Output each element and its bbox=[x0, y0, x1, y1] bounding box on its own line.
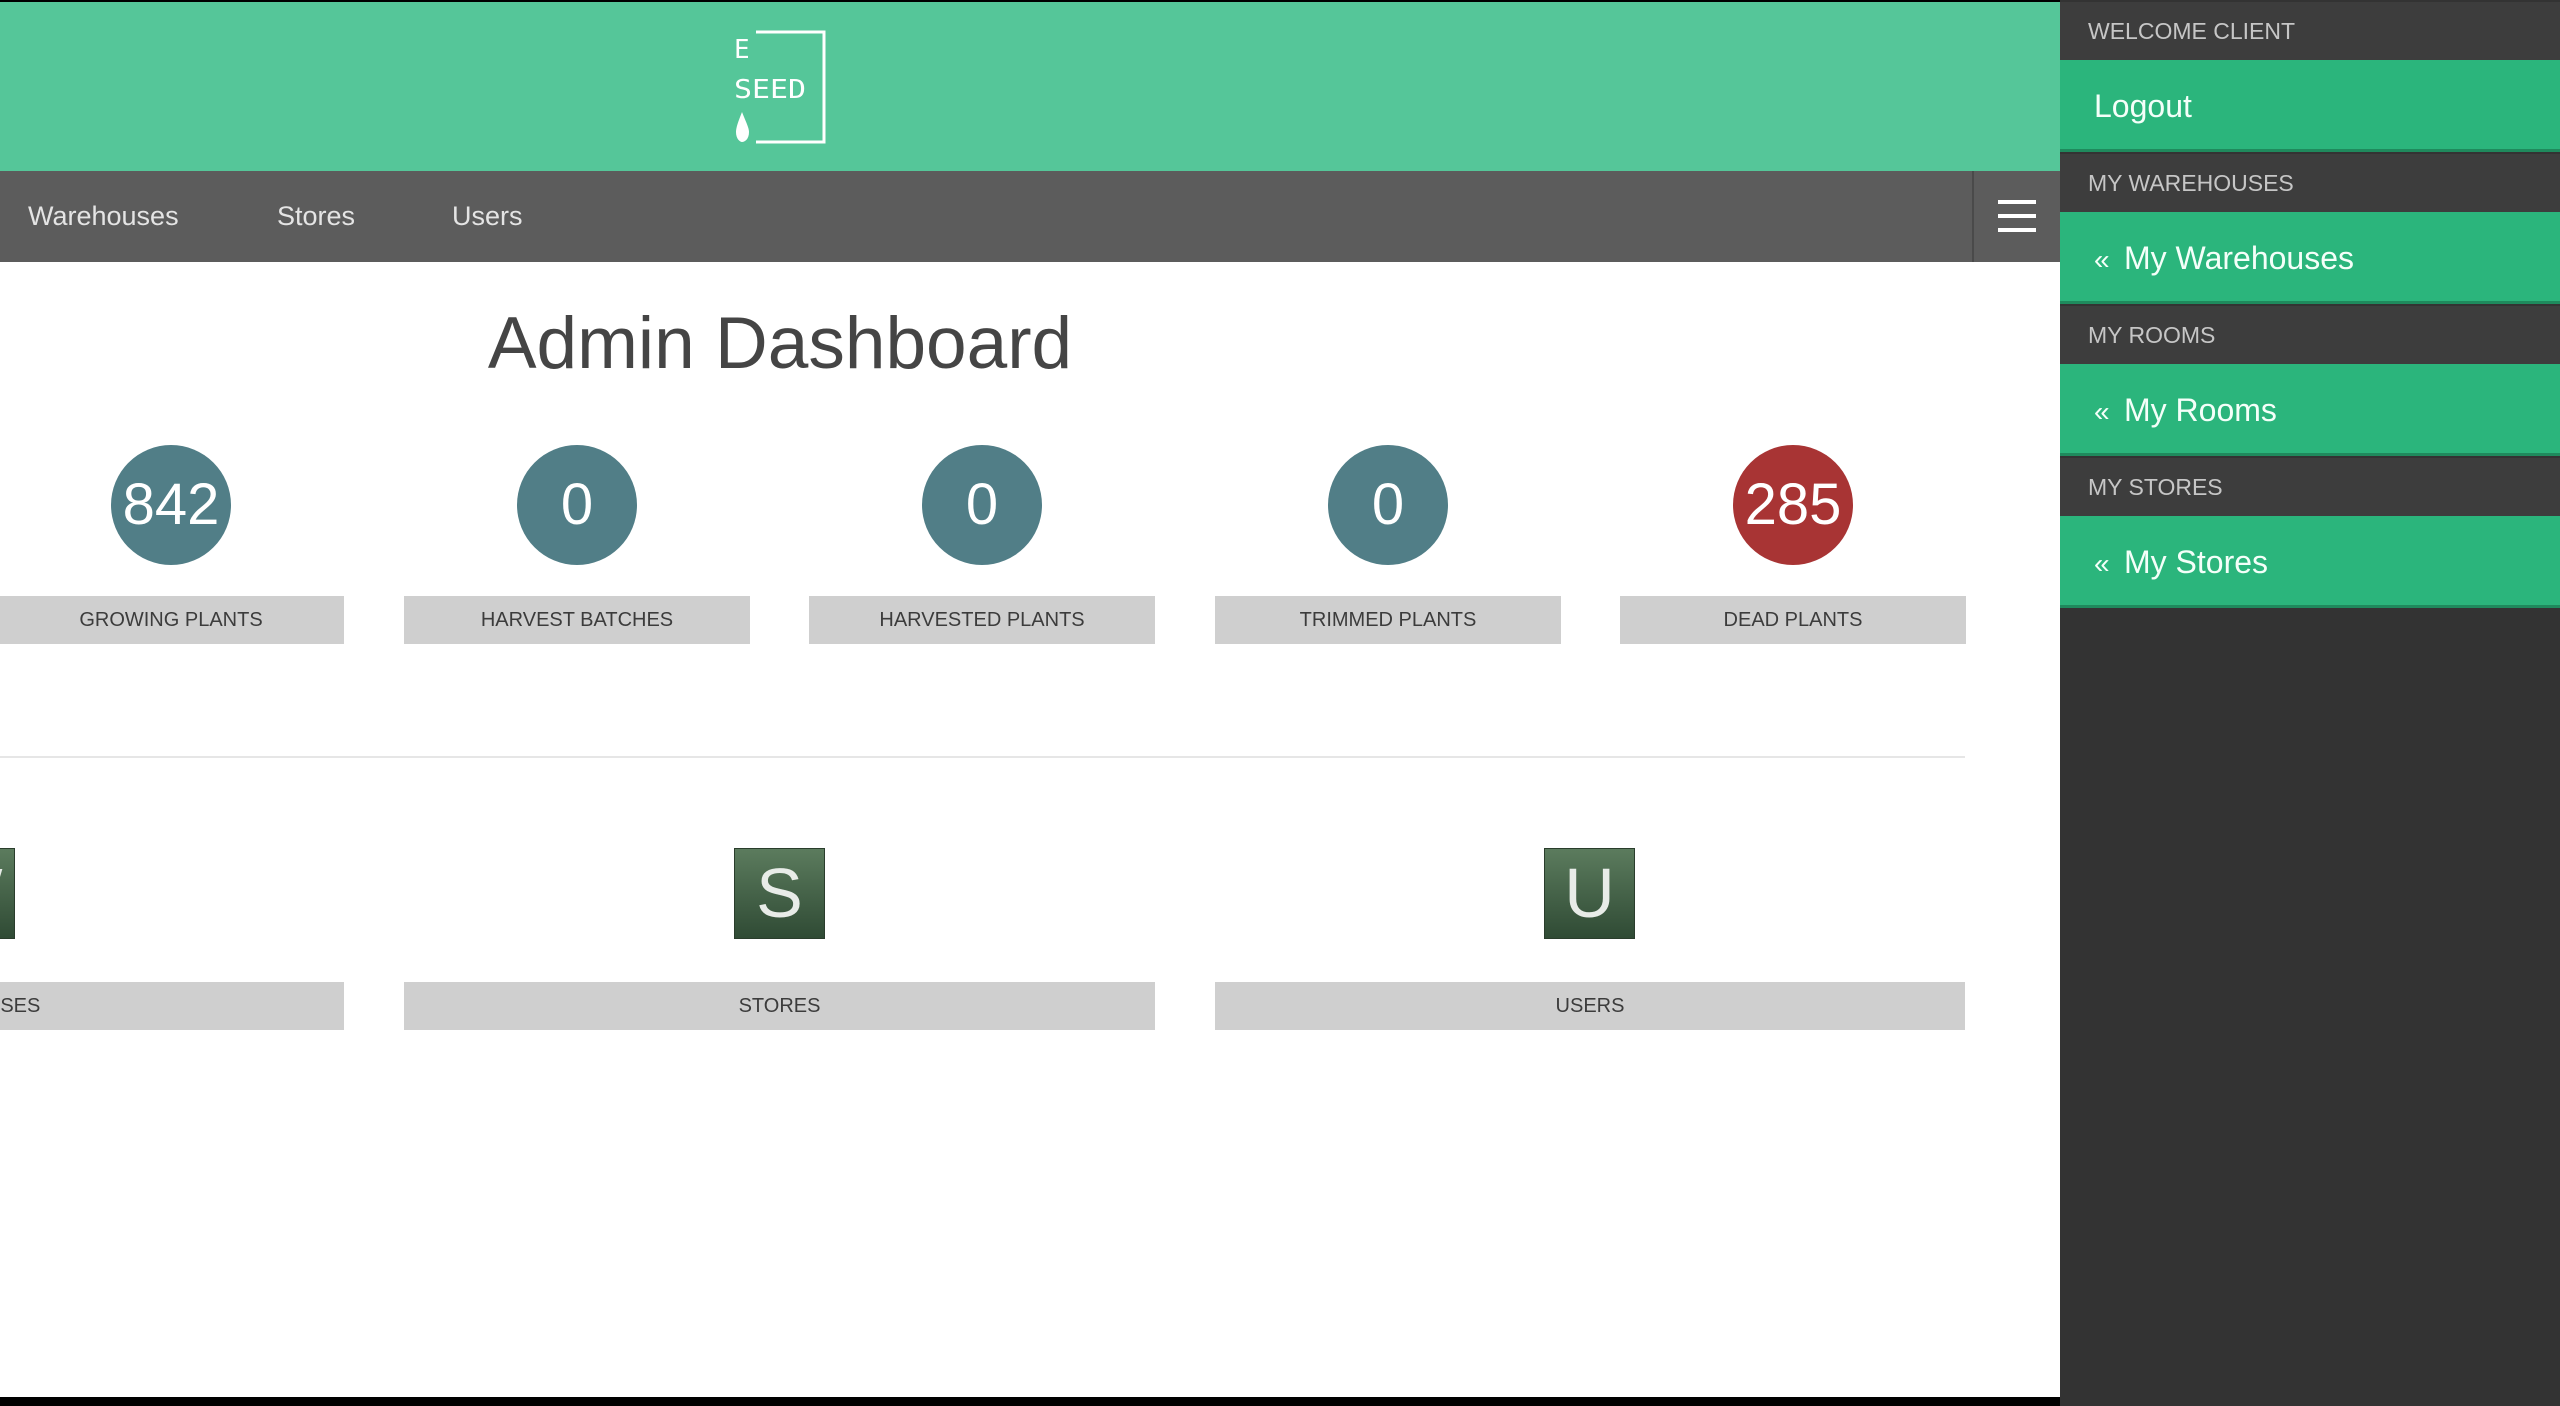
users-tile-icon[interactable]: U bbox=[1544, 848, 1635, 939]
nav-link-warehouses[interactable]: Warehouses bbox=[28, 171, 179, 262]
stat-trimmed-plants-count: 0 bbox=[1328, 445, 1448, 565]
sidebar-item-my-warehouses[interactable]: « My Warehouses bbox=[2060, 212, 2560, 304]
stat-growing-plants-count: 842 bbox=[111, 445, 231, 565]
sidebar-logout-button[interactable]: Logout bbox=[2060, 60, 2560, 152]
eseed-logo-icon[interactable]: E SEED bbox=[734, 28, 828, 146]
sidebar-header-my-stores: MY STORES bbox=[2060, 458, 2560, 516]
sidebar-item-label: My Stores bbox=[2124, 544, 2269, 580]
sidebar-logout-label: Logout bbox=[2094, 88, 2192, 124]
logo-letter-e: E bbox=[734, 35, 750, 65]
stat-harvest-batches-count: 0 bbox=[517, 445, 637, 565]
stat-label-harvest-batches[interactable]: HARVEST BATCHES bbox=[404, 596, 750, 644]
hamburger-menu-icon[interactable] bbox=[1972, 171, 2060, 262]
header-bar: E SEED bbox=[0, 2, 2060, 171]
seed-drop-icon bbox=[736, 112, 749, 142]
sidebar-header-my-rooms: MY ROOMS bbox=[2060, 306, 2560, 364]
stat-label-harvested-plants[interactable]: HARVESTED PLANTS bbox=[809, 596, 1155, 644]
section-label-users[interactable]: USERS bbox=[1215, 982, 1965, 1030]
section-label-stores[interactable]: STORES bbox=[404, 982, 1155, 1030]
stat-label-growing-plants[interactable]: GROWING PLANTS bbox=[0, 596, 344, 644]
chevron-double-left-icon: « bbox=[2094, 396, 2110, 427]
sidebar-item-label: My Rooms bbox=[2124, 392, 2277, 428]
main-content: E SEED Warehouses Stores Users Admin Das… bbox=[0, 2, 2060, 1397]
page-title: Admin Dashboard bbox=[487, 303, 1073, 384]
top-navbar: Warehouses Stores Users bbox=[0, 171, 2060, 262]
sidebar-header-my-warehouses: MY WAREHOUSES bbox=[2060, 154, 2560, 212]
sidebar-welcome-header: WELCOME CLIENT bbox=[2060, 2, 2560, 60]
sidebar-item-label: My Warehouses bbox=[2124, 240, 2354, 276]
logo-letters-seed: SEED bbox=[734, 75, 806, 105]
nav-link-stores[interactable]: Stores bbox=[277, 171, 355, 262]
right-sidebar: WELCOME CLIENT Logout MY WAREHOUSES « My … bbox=[2060, 0, 2560, 1406]
stores-tile-icon[interactable]: S bbox=[734, 848, 825, 939]
chevron-double-left-icon: « bbox=[2094, 244, 2110, 275]
section-divider bbox=[0, 756, 1965, 758]
chevron-double-left-icon: « bbox=[2094, 548, 2110, 579]
stat-dead-plants-count: 285 bbox=[1733, 445, 1853, 565]
stat-harvested-plants-count: 0 bbox=[922, 445, 1042, 565]
nav-link-users[interactable]: Users bbox=[452, 171, 523, 262]
section-label-warehouses[interactable]: WAREHOUSES bbox=[0, 982, 344, 1030]
sidebar-item-my-rooms[interactable]: « My Rooms bbox=[2060, 364, 2560, 456]
stat-label-trimmed-plants[interactable]: TRIMMED PLANTS bbox=[1215, 596, 1561, 644]
sidebar-item-my-stores[interactable]: « My Stores bbox=[2060, 516, 2560, 608]
warehouses-tile-icon[interactable]: W bbox=[0, 848, 15, 939]
stat-label-dead-plants[interactable]: DEAD PLANTS bbox=[1620, 596, 1966, 644]
hamburger-lines bbox=[1998, 200, 2036, 232]
